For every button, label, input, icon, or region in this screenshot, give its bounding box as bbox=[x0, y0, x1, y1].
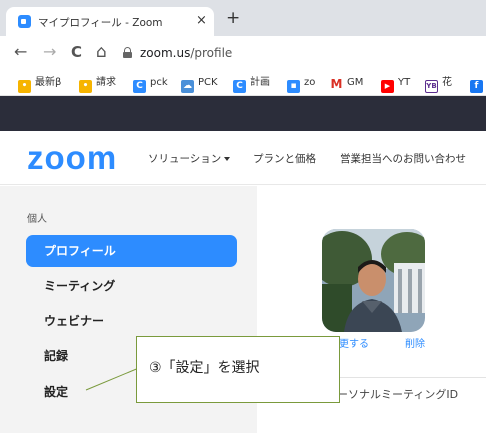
reload-button[interactable]: C bbox=[71, 43, 82, 61]
change-photo-link[interactable]: 更する bbox=[339, 335, 369, 350]
youtube-icon: ▶ bbox=[381, 80, 394, 93]
facebook-icon: f bbox=[470, 80, 483, 93]
bookmark-item[interactable]: • 請求 bbox=[79, 75, 116, 93]
bookmark-item[interactable]: ▪ zo bbox=[287, 75, 316, 93]
nav-solutions-label: ソリューション bbox=[148, 153, 222, 165]
bookmark-label: 花 bbox=[442, 77, 452, 88]
bookmark-label: 最新β bbox=[35, 77, 62, 88]
site-header-bar bbox=[0, 96, 486, 131]
browser-window: マイプロフィール - Zoom × + ← → C ⌂ zoom.us/prof… bbox=[0, 0, 486, 433]
tab-title: マイプロフィール - Zoom bbox=[38, 17, 163, 29]
lock-icon[interactable] bbox=[123, 47, 132, 58]
bookmark-item[interactable]: YB 花 bbox=[425, 75, 452, 93]
zoom-top-nav: zoom ソリューション プランと価格 営業担当へのお問い合わせ bbox=[0, 131, 486, 185]
zoom-camera-icon: ▪ bbox=[287, 80, 300, 93]
bookmark-label: 計画 bbox=[250, 77, 270, 88]
sidebar-section-personal: 個人 bbox=[27, 214, 47, 225]
c-app-icon: C bbox=[133, 80, 146, 93]
nav-contact-sales[interactable]: 営業担当へのお問い合わせ bbox=[340, 151, 466, 166]
bookmark-label: YT bbox=[398, 77, 411, 88]
bookmark-label: 請求 bbox=[96, 77, 116, 88]
sidebar-item-webinars[interactable]: ウェビナー bbox=[26, 305, 237, 337]
profile-avatar[interactable] bbox=[322, 229, 425, 332]
close-tab-icon[interactable]: × bbox=[196, 13, 207, 28]
bookmarks-bar: • 最新β • 請求 Cpck ☁ PCK C 計画 ▪ zo M GM ▶ YT YB 花 f bbox=[0, 70, 486, 96]
nav-pricing[interactable]: プランと価格 bbox=[253, 151, 316, 166]
yb-icon: YB bbox=[425, 80, 438, 93]
sidebar-item-meetings[interactable]: ミーティング bbox=[26, 270, 237, 302]
bookmark-item[interactable]: M GM bbox=[330, 75, 363, 91]
browser-toolbar: ← → C ⌂ zoom.us/profile bbox=[0, 36, 486, 70]
sidebar-item-profile[interactable]: プロフィール bbox=[26, 235, 237, 267]
pmi-label: ーソナルミーティングID bbox=[337, 388, 459, 401]
cloud-icon: ☁ bbox=[181, 80, 194, 93]
forward-button[interactable]: → bbox=[43, 43, 56, 61]
home-button[interactable]: ⌂ bbox=[96, 43, 107, 61]
url-host: zoom.us bbox=[140, 46, 191, 60]
zoom-logo[interactable]: zoom bbox=[27, 141, 117, 174]
bookmark-label: GM bbox=[347, 77, 364, 88]
emoji-face-icon: • bbox=[18, 80, 31, 93]
c-app-icon: C bbox=[233, 80, 246, 93]
emoji-face-icon: • bbox=[79, 80, 92, 93]
bookmark-item[interactable]: • 最新β bbox=[18, 75, 62, 93]
gmail-icon: M bbox=[330, 77, 343, 91]
nav-solutions[interactable]: ソリューション bbox=[148, 151, 231, 166]
chevron-down-icon bbox=[224, 157, 231, 161]
tab-strip: マイプロフィール - Zoom × + bbox=[0, 0, 486, 36]
browser-tab[interactable]: マイプロフィール - Zoom × bbox=[6, 7, 214, 36]
bookmark-item[interactable]: ☁ PCK bbox=[181, 75, 218, 93]
url-path: /profile bbox=[190, 46, 233, 60]
instruction-callout: ③「設定」を選択 bbox=[136, 336, 340, 403]
bookmark-item[interactable]: C 計画 bbox=[233, 75, 270, 93]
address-bar[interactable]: zoom.us/profile bbox=[140, 46, 232, 60]
bookmark-label: pck bbox=[150, 77, 168, 88]
zoom-favicon-icon bbox=[18, 15, 31, 28]
bookmark-label: PCK bbox=[198, 77, 218, 88]
bookmark-item[interactable]: Cpck bbox=[133, 75, 168, 93]
new-tab-button[interactable]: + bbox=[226, 9, 240, 27]
bookmark-item[interactable]: ▶ YT bbox=[381, 75, 411, 93]
callout-text: ③「設定」を選択 bbox=[149, 360, 260, 376]
bookmark-label: zo bbox=[304, 77, 316, 88]
back-button[interactable]: ← bbox=[14, 43, 27, 61]
bookmark-item[interactable]: f bbox=[470, 75, 486, 93]
delete-photo-link[interactable]: 削除 bbox=[405, 335, 425, 350]
